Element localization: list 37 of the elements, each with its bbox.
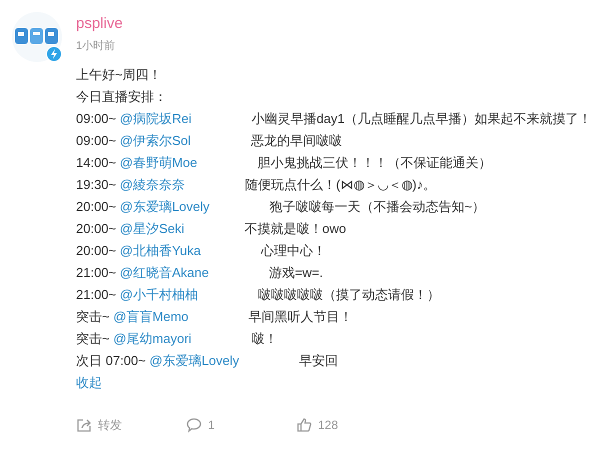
mention-link[interactable]: @星汐Seki bbox=[120, 221, 184, 236]
post-text: 上午好~周四！ bbox=[76, 66, 162, 84]
schedule-line: 09:00~ @伊索尔Sol 恶龙的早间啵啵 bbox=[76, 132, 343, 150]
mention-link[interactable]: @北柚香Yuka bbox=[120, 243, 201, 258]
mention-link[interactable]: @东爱璃Lovely bbox=[120, 199, 210, 214]
share-icon bbox=[76, 417, 92, 433]
comment-button[interactable]: 1 bbox=[186, 414, 296, 436]
mention-link[interactable]: @东爱璃Lovely bbox=[149, 353, 240, 368]
mention-link[interactable]: @病院坂Rei bbox=[120, 111, 192, 126]
post-time: 1小时前 bbox=[76, 39, 116, 54]
thumbs-up-icon bbox=[296, 417, 312, 433]
author-name[interactable]: psplive bbox=[76, 14, 123, 34]
schedule-line: 20:00~ @星汐Seki 不摸就是啵！owo bbox=[76, 220, 348, 238]
schedule-line: 20:00~ @北柚香Yuka 心理中心！ bbox=[76, 242, 327, 260]
logo-avatar[interactable] bbox=[12, 12, 62, 62]
repost-button[interactable]: 转发 bbox=[76, 414, 186, 436]
schedule-line: 20:00~ @东爱璃Lovely 狍子啵啵每一天（不播会动态告知~） bbox=[76, 198, 486, 216]
mention-link[interactable]: @伊索尔Sol bbox=[120, 133, 191, 148]
schedule-line: 次日 07:00~ @东爱璃Lovely 早安回 bbox=[76, 352, 340, 370]
collapse-link[interactable]: 收起 bbox=[76, 372, 102, 394]
verified-badge-icon bbox=[46, 46, 62, 62]
schedule-line: 突击~ @盲盲Memo 早间黑听人节目！ bbox=[76, 308, 354, 326]
schedule-line: 09:00~ @病院坂Rei 小幽灵早播day1（几点睡醒几点早播）如果起不来就摸了！ bbox=[76, 110, 593, 128]
mention-link[interactable]: @尾幼mayori bbox=[113, 331, 192, 346]
schedule-line: 21:00~ @小千村柚柚 啵啵啵啵啵（摸了动态请假！） bbox=[76, 286, 441, 304]
mention-link[interactable]: @春野萌Moe bbox=[120, 155, 198, 170]
mention-link[interactable]: @盲盲Memo bbox=[113, 309, 189, 324]
like-button[interactable]: 128 bbox=[296, 414, 406, 436]
post-text: 今日直播安排： bbox=[76, 88, 167, 106]
schedule-line: 14:00~ @春野萌Moe 胆小鬼挑战三伏！！！（不保证能通关） bbox=[76, 154, 492, 172]
schedule-line: 突击~ @尾幼mayori 啵！ bbox=[76, 330, 278, 348]
comment-icon bbox=[186, 417, 202, 433]
schedule-line: 21:00~ @红晓音Akane 游戏=w=. bbox=[76, 264, 324, 282]
mention-link[interactable]: @小千村柚柚 bbox=[120, 287, 198, 302]
schedule-line: 19:30~ @綾奈奈奈 随便玩点什么！(⋈◍＞◡＜◍)♪。 bbox=[76, 176, 438, 194]
mention-link[interactable]: @红晓音Akane bbox=[120, 265, 209, 280]
mention-link[interactable]: @綾奈奈奈 bbox=[120, 177, 185, 192]
